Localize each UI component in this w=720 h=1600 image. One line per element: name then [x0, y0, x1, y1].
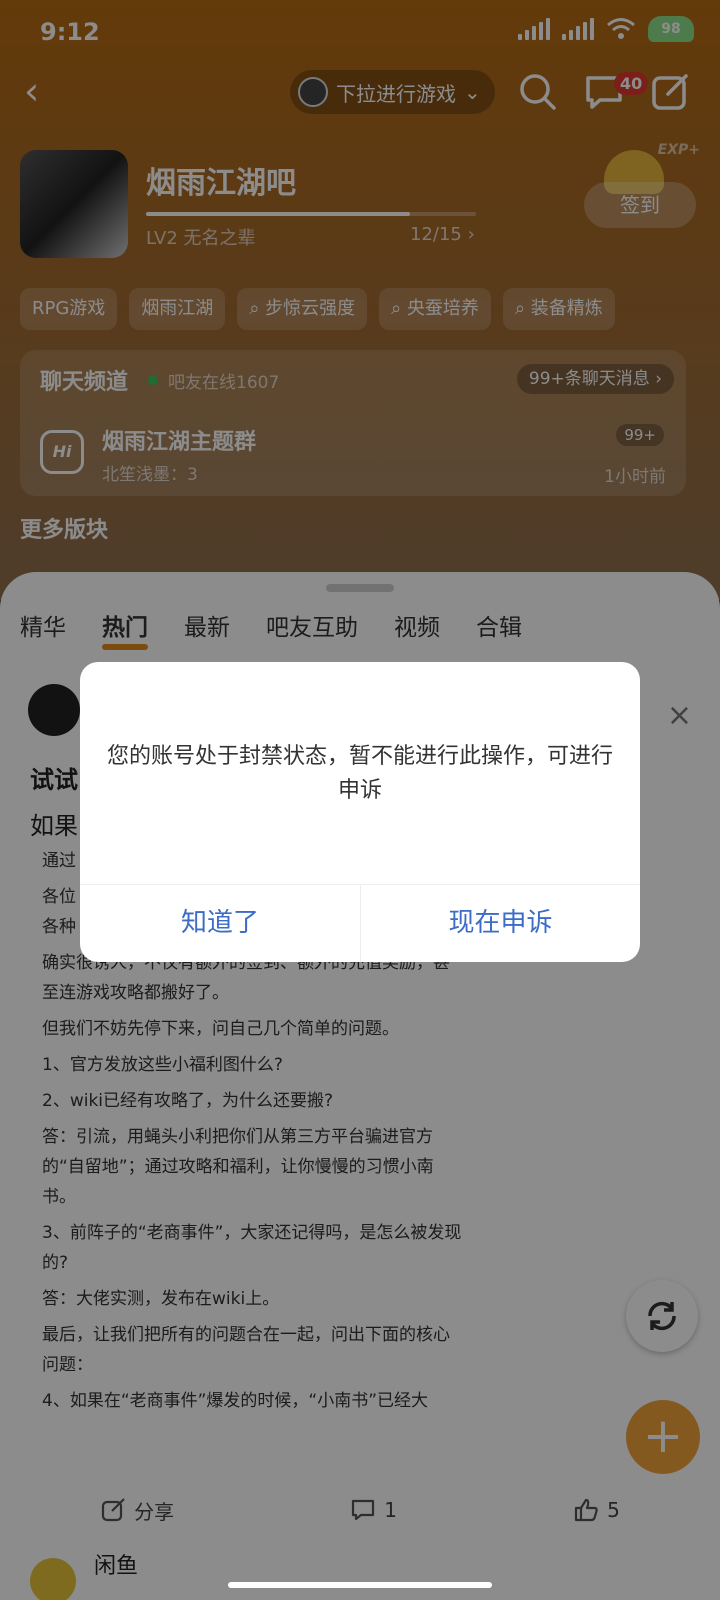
- home-indicator[interactable]: [228, 1582, 492, 1588]
- ban-notice-dialog: 您的账号处于封禁状态，暂不能进行此操作，可进行申诉 知道了 现在申诉: [80, 662, 640, 962]
- dialog-appeal-button[interactable]: 现在申诉: [360, 884, 640, 962]
- dialog-message: 您的账号处于封禁状态，暂不能进行此操作，可进行申诉: [106, 744, 613, 803]
- dialog-ok-button[interactable]: 知道了: [80, 884, 360, 962]
